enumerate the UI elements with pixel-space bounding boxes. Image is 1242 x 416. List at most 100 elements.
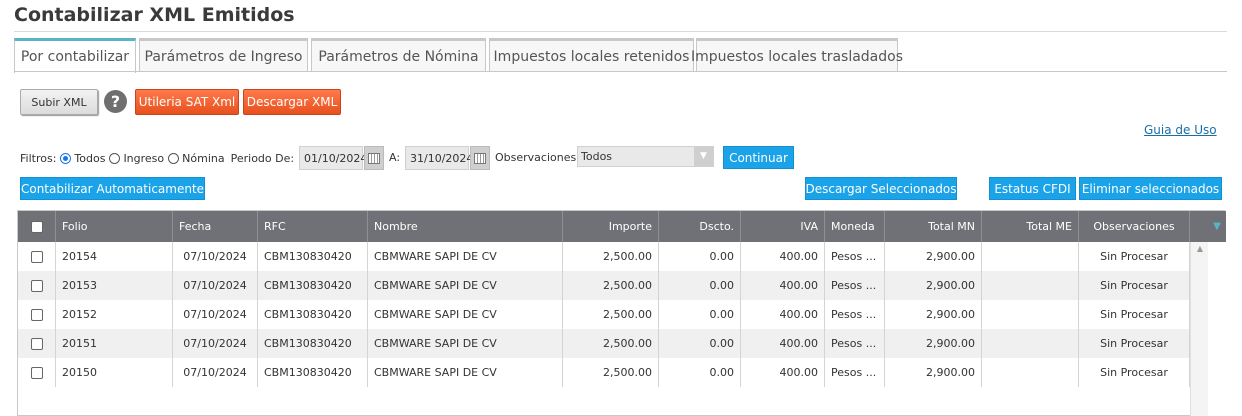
- continue-button[interactable]: Continuar: [723, 146, 794, 169]
- sat-utility-button[interactable]: Utileria SAT Xml: [135, 89, 239, 115]
- col-observaciones[interactable]: Observaciones: [1079, 211, 1190, 242]
- col-dscto[interactable]: Dscto.: [659, 211, 741, 242]
- col-fecha[interactable]: Fecha: [173, 211, 258, 242]
- calendar-icon[interactable]: [364, 146, 384, 170]
- cell-rfc: CBM130830420: [258, 242, 368, 271]
- scroll-up-icon[interactable]: ▲: [1191, 244, 1209, 256]
- select-all-checkbox-cell[interactable]: [18, 211, 56, 242]
- row-checkbox-cell[interactable]: [18, 300, 56, 329]
- filter-option-todos[interactable]: Todos: [74, 152, 105, 165]
- cell-total-me: [982, 242, 1079, 271]
- row-checkbox[interactable]: [30, 251, 43, 263]
- to-label: A:: [389, 151, 401, 164]
- col-total-me[interactable]: Total ME: [982, 211, 1079, 242]
- row-checkbox-cell[interactable]: [18, 329, 56, 358]
- cell-importe: 2,500.00: [563, 242, 659, 271]
- auto-account-button[interactable]: Contabilizar Automaticamente: [20, 177, 205, 200]
- cell-total-mn: 2,900.00: [885, 358, 982, 387]
- filter-option-ingreso[interactable]: Ingreso: [123, 152, 164, 165]
- observations-select-value: Todos: [581, 150, 613, 163]
- table-row[interactable]: 20154 07/10/2024 CBM130830420 CBMWARE SAPI …: [18, 242, 1190, 271]
- tab-parametros-ingreso[interactable]: Parámetros de Ingreso: [139, 38, 308, 72]
- cell-importe: 2,500.00: [563, 271, 659, 300]
- cell-fecha: 07/10/2024: [173, 242, 258, 271]
- cell-moneda: Pesos ...: [825, 242, 885, 271]
- col-importe[interactable]: Importe: [563, 211, 659, 242]
- row-checkbox[interactable]: [30, 338, 43, 350]
- status-cfdi-button[interactable]: Estatus CFDI: [989, 177, 1076, 200]
- download-xml-button[interactable]: Descargar XML: [243, 89, 341, 115]
- cell-moneda: Pesos ...: [825, 329, 885, 358]
- vertical-scrollbar[interactable]: ▲: [1190, 242, 1208, 416]
- cell-iva: 400.00: [741, 358, 825, 387]
- scroll-gutter: [1208, 242, 1226, 416]
- period-label: Periodo De:: [230, 151, 295, 165]
- filter-radio-nomina[interactable]: [168, 152, 180, 164]
- calendar-icon[interactable]: [470, 146, 490, 170]
- filter-radio-ingreso[interactable]: [109, 152, 121, 164]
- row-checkbox[interactable]: [30, 309, 43, 321]
- date-to-input[interactable]: 31/10/2024: [405, 146, 473, 170]
- filter-radio-todos[interactable]: [60, 152, 72, 164]
- table-row[interactable]: 20153 07/10/2024 CBM130830420 CBMWARE SAPI …: [18, 271, 1190, 300]
- col-nombre[interactable]: Nombre: [368, 211, 563, 242]
- header-spacer: [1190, 211, 1208, 242]
- cell-moneda: Pesos ...: [825, 300, 885, 329]
- column-menu-icon[interactable]: ▼: [1208, 211, 1226, 242]
- cell-fecha: 07/10/2024: [173, 358, 258, 387]
- cell-rfc: CBM130830420: [258, 300, 368, 329]
- table-row[interactable]: 20151 07/10/2024 CBM130830420 CBMWARE SAPI …: [18, 329, 1190, 358]
- table-row[interactable]: 20150 07/10/2024 CBM130830420 CBMWARE SAPI …: [18, 358, 1190, 387]
- row-checkbox[interactable]: [30, 280, 43, 292]
- table-row[interactable]: 20152 07/10/2024 CBM130830420 CBMWARE SAPI …: [18, 300, 1190, 329]
- col-moneda[interactable]: Moneda: [825, 211, 885, 242]
- row-checkbox-cell[interactable]: [18, 271, 56, 300]
- row-checkbox[interactable]: [30, 367, 43, 379]
- cell-rfc: CBM130830420: [258, 271, 368, 300]
- row-checkbox-cell[interactable]: [18, 358, 56, 387]
- tab-impuestos-retenidos[interactable]: Impuestos locales retenidos: [489, 38, 694, 72]
- usage-guide-link[interactable]: Guia de Uso: [1144, 123, 1217, 137]
- date-from-input[interactable]: 01/10/2024: [299, 146, 367, 170]
- cell-iva: 400.00: [741, 271, 825, 300]
- filter-option-nomina[interactable]: Nómina: [182, 152, 224, 165]
- tab-parametros-nomina[interactable]: Parámetros de Nómina: [311, 38, 486, 72]
- cell-observaciones: Sin Procesar: [1079, 271, 1190, 300]
- tab-por-contabilizar[interactable]: Por contabilizar: [14, 38, 136, 73]
- row-checkbox-cell[interactable]: [18, 242, 56, 271]
- filters-label: Filtros:: [20, 151, 57, 165]
- col-rfc[interactable]: RFC: [258, 211, 368, 242]
- cell-folio: 20151: [56, 329, 173, 358]
- cell-iva: 400.00: [741, 329, 825, 358]
- col-iva[interactable]: IVA: [741, 211, 825, 242]
- title-divider: [14, 31, 1227, 32]
- grid-header: Folio Fecha RFC Nombre Importe Dscto. IV…: [18, 211, 1208, 242]
- cell-total-me: [982, 329, 1079, 358]
- chevron-down-icon[interactable]: ▼: [694, 147, 713, 166]
- download-selected-button[interactable]: Descargar Seleccionados: [805, 177, 957, 200]
- question-circle-icon[interactable]: ?: [104, 90, 127, 113]
- col-folio[interactable]: Folio: [56, 211, 173, 242]
- cell-observaciones: Sin Procesar: [1079, 300, 1190, 329]
- cell-total-mn: 2,900.00: [885, 300, 982, 329]
- cell-folio: 20154: [56, 242, 173, 271]
- page-title: Contabilizar XML Emitidos: [14, 4, 295, 26]
- cell-dscto: 0.00: [659, 300, 741, 329]
- cell-folio: 20150: [56, 358, 173, 387]
- cell-observaciones: Sin Procesar: [1079, 358, 1190, 387]
- cell-fecha: 07/10/2024: [173, 271, 258, 300]
- delete-selected-button[interactable]: Eliminar seleccionados: [1079, 177, 1222, 200]
- observations-select[interactable]: Todos ▼: [577, 146, 714, 167]
- tab-impuestos-trasladados[interactable]: Impuestos locales trasladados: [691, 38, 903, 72]
- cell-iva: 400.00: [741, 300, 825, 329]
- xml-grid: Folio Fecha RFC Nombre Importe Dscto. IV…: [17, 210, 1226, 416]
- cell-importe: 2,500.00: [563, 358, 659, 387]
- cell-total-mn: 2,900.00: [885, 271, 982, 300]
- col-total-mn[interactable]: Total MN: [885, 211, 982, 242]
- cell-rfc: CBM130830420: [258, 358, 368, 387]
- cell-total-me: [982, 300, 1079, 329]
- cell-importe: 2,500.00: [563, 300, 659, 329]
- upload-xml-button[interactable]: Subir XML: [20, 89, 98, 115]
- select-all-checkbox[interactable]: [30, 221, 43, 233]
- cell-observaciones: Sin Procesar: [1079, 329, 1190, 358]
